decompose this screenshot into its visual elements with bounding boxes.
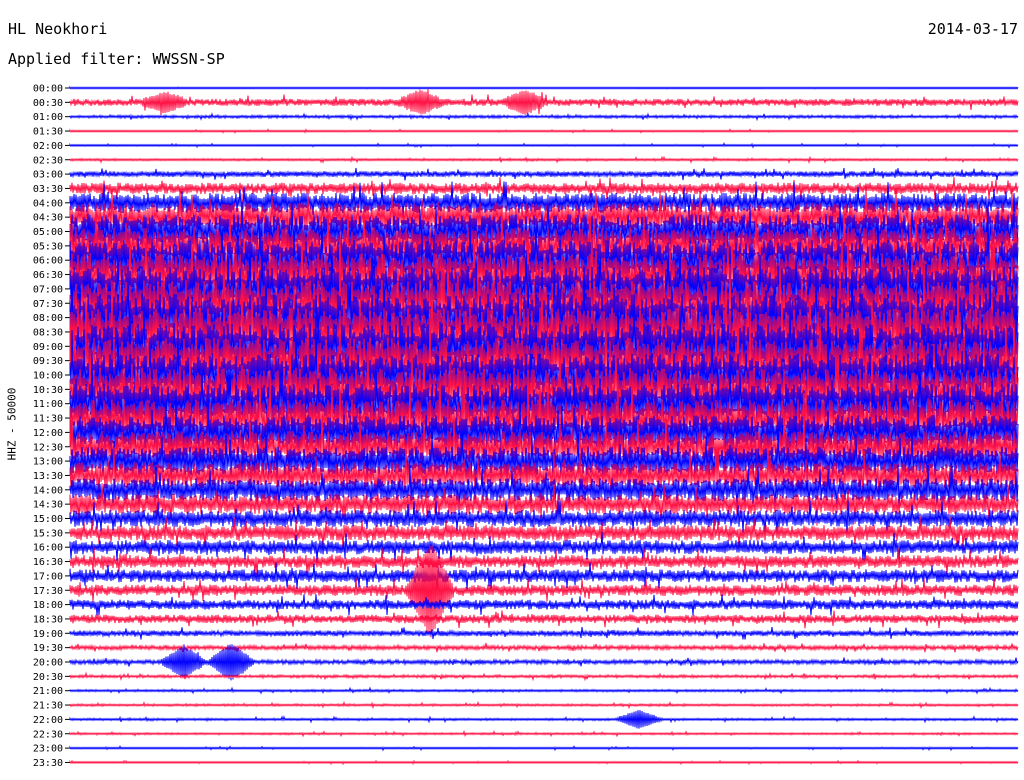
row-time-label: 05:30 xyxy=(33,241,63,252)
row-time-label: 09:00 xyxy=(33,342,63,353)
row-time-label: 21:00 xyxy=(33,686,63,697)
seismic-trace-row xyxy=(69,112,1019,122)
row-time-label: 00:00 xyxy=(33,84,63,95)
row-time-label: 09:30 xyxy=(33,356,63,367)
row-time-label: 07:30 xyxy=(33,299,63,310)
seismic-trace-row xyxy=(69,167,1019,181)
seismic-trace-row xyxy=(69,89,1019,116)
row-time-label: 19:30 xyxy=(33,643,63,654)
row-time-label: 06:00 xyxy=(33,256,63,267)
row-time-label: 06:30 xyxy=(33,270,63,281)
row-time-label: 18:30 xyxy=(33,614,63,625)
row-time-label: 02:30 xyxy=(33,155,63,166)
row-time-label: 22:00 xyxy=(33,715,63,726)
row-time-label: 23:00 xyxy=(33,744,63,755)
row-time-label: 01:30 xyxy=(33,127,63,138)
row-time-label: 10:00 xyxy=(33,371,63,382)
row-time-label: 05:00 xyxy=(33,227,63,238)
row-time-label: 03:00 xyxy=(33,170,63,181)
row-time-label: 13:00 xyxy=(33,457,63,468)
row-time-label: 21:30 xyxy=(33,701,63,712)
seismic-trace-row xyxy=(69,594,1019,616)
row-time-label: 15:00 xyxy=(33,514,63,525)
row-time-label: 10:30 xyxy=(33,385,63,396)
row-time-label: 18:00 xyxy=(33,600,63,611)
row-time-label: 08:30 xyxy=(33,327,63,338)
seismic-trace-row xyxy=(69,547,1019,576)
row-time-label: 07:00 xyxy=(33,284,63,295)
seismic-trace-row xyxy=(69,686,1019,695)
row-time-label: 14:30 xyxy=(33,500,63,511)
seismic-trace-row xyxy=(69,626,1019,640)
seismic-trace-row xyxy=(69,710,1019,729)
row-time-label: 15:30 xyxy=(33,528,63,539)
row-time-label: 17:00 xyxy=(33,571,63,582)
row-time-label: 19:00 xyxy=(33,629,63,640)
row-time-label: 17:30 xyxy=(33,586,63,597)
seismic-trace-row xyxy=(69,642,1019,653)
row-time-label: 12:30 xyxy=(33,442,63,453)
row-time-label: 12:00 xyxy=(33,428,63,439)
row-time-label: 01:00 xyxy=(33,112,63,123)
seismic-trace-row xyxy=(69,155,1019,164)
row-time-label: 22:30 xyxy=(33,729,63,740)
seismic-trace-row xyxy=(69,745,1019,752)
row-time-label: 16:00 xyxy=(33,543,63,554)
row-time-label: 11:00 xyxy=(33,399,63,410)
row-time-label: 14:00 xyxy=(33,485,63,496)
row-time-label: 04:30 xyxy=(33,213,63,224)
seismic-trace-row xyxy=(69,671,1019,682)
row-time-label: 04:00 xyxy=(33,198,63,209)
row-time-label: 16:30 xyxy=(33,557,63,568)
seismic-trace-row xyxy=(69,610,1019,629)
row-time-label: 13:30 xyxy=(33,471,63,482)
row-time-label: 20:30 xyxy=(33,672,63,683)
seismic-trace-row xyxy=(69,729,1019,738)
row-time-label: 00:30 xyxy=(33,98,63,109)
seismic-trace-row xyxy=(69,128,1019,134)
row-time-label: 11:30 xyxy=(33,414,63,425)
seismic-trace-row xyxy=(69,700,1019,710)
row-time-label: 02:00 xyxy=(33,141,63,152)
helicorder-plot: 00:00 00:30 01:00 01:30 02:00 02:30 03:00 03:30… xyxy=(33,84,1019,769)
row-time-label: 03:30 xyxy=(33,184,63,195)
row-time-label: 20:00 xyxy=(33,658,63,669)
seismic-trace-row xyxy=(69,759,1019,766)
row-time-label: 23:30 xyxy=(33,758,63,769)
seismic-trace-row xyxy=(69,85,1019,90)
row-time-label: 08:00 xyxy=(33,313,63,324)
seismic-trace-row xyxy=(69,142,1019,149)
